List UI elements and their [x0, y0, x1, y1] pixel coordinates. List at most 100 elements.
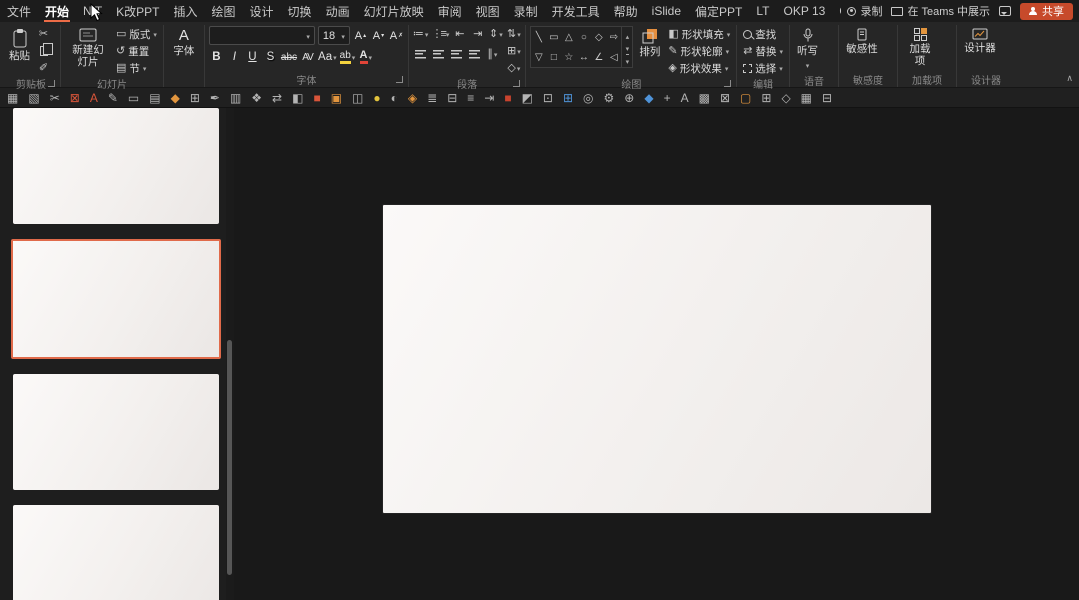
strikethrough-button[interactable]: abc [281, 49, 297, 65]
increase-indent-button[interactable] [470, 26, 485, 42]
table2-icon[interactable]: ⊞ [761, 92, 771, 104]
stop-red-icon[interactable]: ■ [313, 92, 320, 104]
collapse-ribbon-button[interactable]: ∧ [1066, 73, 1073, 84]
dot-box-icon[interactable]: ⊡ [543, 92, 553, 104]
lines-icon[interactable]: ≣ [427, 92, 437, 104]
menu-tab[interactable]: K改PPT [109, 0, 166, 22]
select-orange-icon[interactable]: ▣ [331, 92, 342, 104]
ink-pen-icon[interactable]: ✒ [210, 92, 220, 104]
shape-item[interactable]: ◁ [610, 52, 618, 63]
align-right-button[interactable] [449, 46, 464, 62]
decrease-indent-button[interactable] [452, 26, 467, 42]
arrange-button[interactable]: 排列 [636, 26, 663, 60]
menu-tab[interactable]: 录制 [507, 0, 545, 22]
menu-tab[interactable]: 开始 [38, 0, 76, 22]
font-tool-button[interactable]: A 字体 [168, 26, 200, 59]
collapse-icon[interactable]: ⊟ [447, 92, 457, 104]
bullets-button[interactable] [413, 26, 429, 42]
comments-icon[interactable] [999, 6, 1011, 16]
diagonal-shade-icon[interactable]: ◩ [522, 92, 533, 104]
contrast-icon[interactable]: ◐ [391, 92, 398, 104]
shape-item[interactable]: ╲ [536, 32, 542, 43]
clear-formatting-button[interactable] [389, 28, 404, 44]
menu-lines-icon[interactable]: ≡ [467, 92, 474, 104]
character-spacing-button[interactable]: AV [300, 49, 315, 65]
shading-icon[interactable]: ▧ [28, 92, 39, 104]
rounded-orange-icon[interactable]: ▢ [740, 92, 751, 104]
addins-button[interactable]: 加载项 [902, 26, 938, 69]
shape-item[interactable]: ∠ [594, 52, 603, 63]
find-button[interactable]: 查找 [741, 26, 785, 42]
grid-blue-icon[interactable]: ⊞ [563, 92, 573, 104]
text-icon[interactable]: A [681, 92, 689, 104]
align-center-button[interactable] [431, 46, 446, 62]
dialog-launcher-icon[interactable] [395, 76, 403, 83]
underline-button[interactable]: U [245, 49, 260, 65]
share-button[interactable]: 共享 [1020, 2, 1073, 20]
reset-button[interactable]: 重置 [114, 43, 159, 59]
align-left-button[interactable] [413, 46, 428, 62]
shape-item[interactable]: ⇨ [610, 32, 618, 43]
slide-thumbnail[interactable] [13, 505, 219, 600]
columns-icon[interactable]: ▥ [230, 92, 241, 104]
record-button[interactable]: 录制 [847, 3, 882, 19]
menu-tab[interactable]: O K10 [832, 0, 841, 22]
circle-yellow-icon[interactable]: ● [373, 92, 380, 104]
scroll-down-icon[interactable] [626, 42, 630, 54]
square-red-icon[interactable]: ■ [504, 92, 511, 104]
shape-item[interactable]: ▽ [535, 52, 543, 63]
paste-button[interactable]: 粘贴 [6, 26, 33, 64]
present-in-teams-button[interactable]: 在 Teams 中展示 [891, 3, 990, 19]
shape-item[interactable]: ○ [581, 32, 587, 43]
designer-button[interactable]: 设计器 [961, 26, 999, 56]
align-text-button[interactable] [506, 43, 521, 59]
arrange-icon[interactable]: ❖ [251, 92, 262, 104]
grid2-icon[interactable]: ▦ [801, 92, 812, 104]
minus-box-icon[interactable]: ⊟ [822, 92, 832, 104]
indent-icon[interactable]: ⇥ [484, 92, 494, 104]
menu-tab[interactable]: 切换 [281, 0, 319, 22]
more-shapes-icon[interactable] [625, 54, 630, 67]
swap-icon[interactable]: ⇄ [272, 92, 282, 104]
menu-tab[interactable]: 帮助 [607, 0, 645, 22]
cut-icon[interactable]: ✂ [50, 92, 60, 104]
justify-button[interactable] [467, 46, 482, 62]
shape-fill-button[interactable]: 形状填充 [666, 26, 732, 42]
menu-tab[interactable]: OKP 13 [777, 0, 833, 22]
layout-button[interactable]: 版式 [114, 26, 159, 42]
delete-red-icon[interactable]: ⊠ [70, 92, 80, 104]
cut-button[interactable] [36, 26, 51, 42]
shape-item[interactable]: ▭ [549, 32, 558, 43]
menu-tab[interactable]: 视图 [469, 0, 507, 22]
increase-font-size-button[interactable] [353, 28, 368, 44]
copy-button[interactable] [36, 43, 53, 59]
font-color-button[interactable]: A [358, 49, 373, 65]
split-cells-icon[interactable]: ◫ [352, 92, 363, 104]
format-painter-button[interactable] [36, 60, 51, 76]
shape-outline-button[interactable]: 形状轮廓 [666, 43, 732, 59]
font-name-combobox[interactable] [208, 26, 315, 45]
shape-item[interactable]: ◇ [595, 32, 603, 43]
scrollbar-thumb[interactable] [227, 340, 232, 575]
target-icon[interactable]: ◎ [583, 92, 593, 104]
dialog-launcher-icon[interactable] [724, 80, 732, 87]
insert-table-icon[interactable]: ⊞ [190, 92, 200, 104]
text-shadow-button[interactable]: S [263, 49, 278, 65]
font-color-red-icon[interactable]: A [90, 92, 98, 104]
scroll-up-icon[interactable] [626, 30, 630, 42]
decrease-font-size-button[interactable] [371, 28, 386, 44]
menu-tab[interactable]: 偏定PPT [688, 0, 749, 22]
thumbnail-scrollbar[interactable] [226, 108, 234, 600]
select-button[interactable]: 选择 [741, 60, 785, 76]
menu-tab[interactable]: 设计 [243, 0, 281, 22]
textbox-icon[interactable]: ▭ [128, 92, 139, 104]
slide-thumbnail[interactable] [13, 108, 219, 224]
change-case-button[interactable]: Aa [318, 49, 337, 65]
menu-tab[interactable]: 开发工具 [545, 0, 607, 22]
shape-item[interactable]: □ [551, 52, 557, 63]
menu-tab[interactable]: LT [749, 0, 776, 22]
new-slide-button[interactable]: 新建幻灯片 [65, 26, 111, 70]
slide-thumbnail[interactable] [13, 374, 219, 490]
sensitivity-button[interactable]: 敏感性 [843, 26, 881, 57]
italic-button[interactable]: I [227, 49, 242, 65]
